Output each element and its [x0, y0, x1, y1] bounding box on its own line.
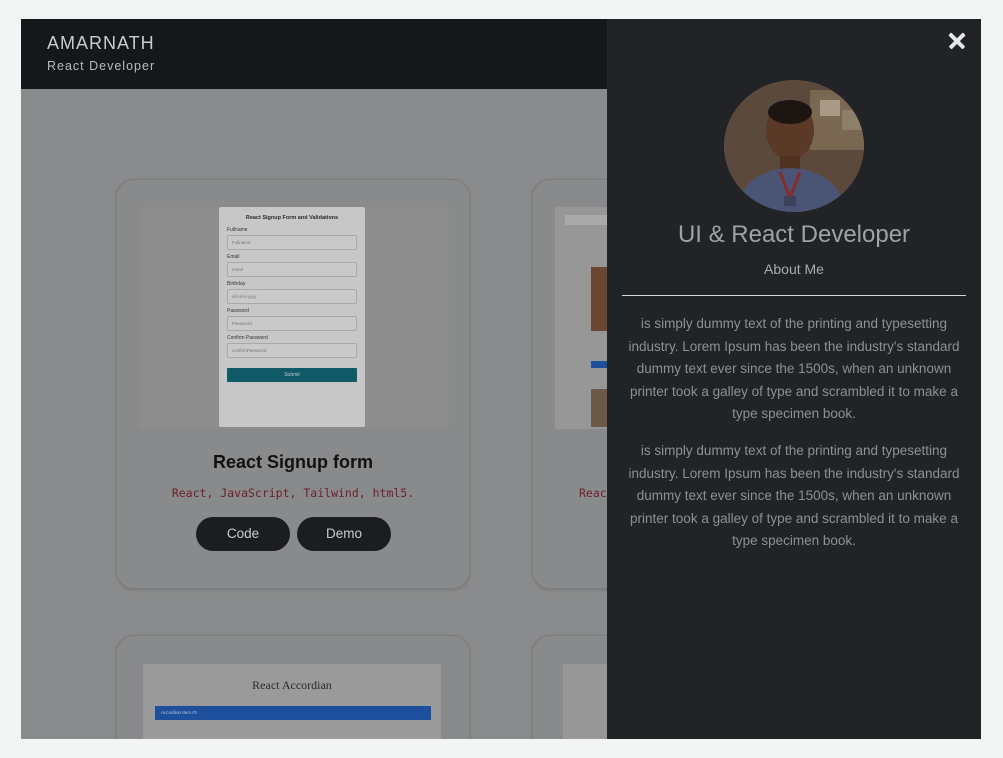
- divider: [622, 295, 966, 296]
- avatar: [724, 80, 864, 212]
- demo-button[interactable]: Demo: [297, 517, 391, 551]
- preview-label: Fullname: [227, 227, 248, 233]
- close-icon[interactable]: [945, 29, 969, 53]
- preview-label: Confirm Password: [227, 335, 268, 341]
- preview-input: dd-mm-yyyy: [227, 289, 357, 304]
- project-card-accordian: React Accordian Accordion Item #1: [116, 635, 470, 739]
- preview-label: Password: [227, 308, 249, 314]
- preview-label: Birthday: [227, 281, 246, 287]
- app-window: AMARNATH React Developer React Signup Fo…: [21, 19, 981, 739]
- brand-name[interactable]: AMARNATH: [47, 33, 155, 54]
- preview-accordion-bar: Accordion Item #1: [155, 706, 431, 720]
- profile-photo: [724, 80, 864, 212]
- preview-input: Fullname: [227, 235, 357, 250]
- preview-input: confirmPassword: [227, 343, 357, 358]
- preview-input: email: [227, 262, 357, 277]
- about-paragraph: is simply dummy text of the printing and…: [628, 443, 960, 548]
- signup-form-preview: React Signup Form and Validations Fullna…: [219, 207, 365, 427]
- card-title: React Signup form: [212, 452, 373, 472]
- project-card-signup: React Signup Form and Validations Fullna…: [116, 179, 470, 589]
- card-tech-stack: React, JavaScript, Tailwind, html5.: [171, 486, 415, 500]
- preview-submit: Submit: [227, 368, 357, 382]
- brand-role: React Developer: [47, 59, 156, 73]
- accordian-preview: React Accordian Accordion Item #1: [143, 664, 441, 739]
- preview-input: Password: [227, 316, 357, 331]
- about-paragraph: is simply dummy text of the printing and…: [628, 316, 960, 421]
- preview-heading: React Signup Form and Validations: [245, 215, 339, 221]
- panel-subtitle: About Me: [764, 261, 824, 277]
- preview-label: Email: [227, 254, 240, 260]
- code-button[interactable]: Code: [196, 517, 290, 551]
- preview-heading: React Accordian: [252, 678, 332, 692]
- about-panel: UI & React Developer About Me is simply …: [607, 19, 981, 739]
- project-screenshot: React Signup Form and Validations Fullna…: [139, 207, 449, 429]
- panel-title: UI & React Developer: [677, 221, 911, 248]
